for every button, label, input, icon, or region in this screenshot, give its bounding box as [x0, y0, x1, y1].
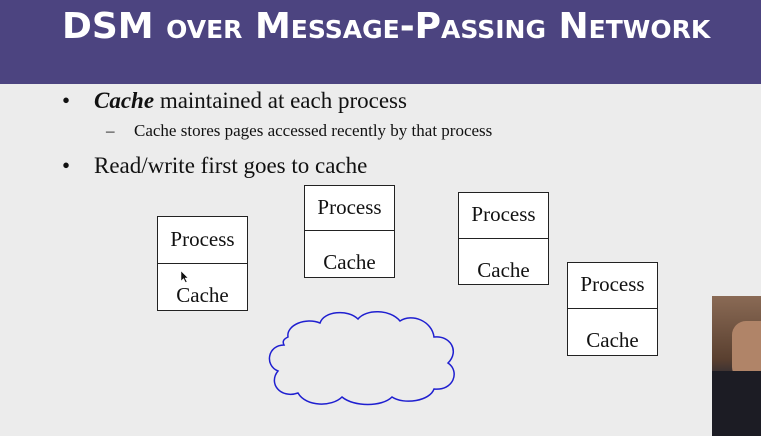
- process-cache-box: Process Cache: [304, 185, 395, 278]
- process-cache-box: Process Cache: [567, 262, 658, 356]
- process-cache-box: Process Cache: [458, 192, 549, 285]
- box-divider: [305, 230, 394, 231]
- bullet-dot: •: [62, 153, 71, 178]
- box-divider: [459, 238, 548, 239]
- cache-label: Cache: [323, 250, 376, 274]
- network-cloud-icon: [268, 311, 455, 406]
- sub-bullet-text: Cache stores pages accessed recently by …: [134, 121, 493, 140]
- title-bar: DSM over Message-Passing Network: [0, 0, 761, 84]
- cache-label: Cache: [477, 258, 530, 282]
- presenter-shirt: [712, 371, 761, 436]
- process-label: Process: [580, 272, 645, 296]
- process-cache-box: Process Cache: [157, 216, 248, 311]
- process-label: Process: [317, 195, 382, 219]
- bullet-dot: •: [62, 88, 71, 113]
- sub-bullet: – Cache stores pages accessed recently b…: [106, 121, 493, 141]
- bullet-cache: • Cache maintained at each process: [62, 88, 407, 114]
- box-divider: [568, 308, 657, 309]
- process-label: Process: [170, 227, 235, 251]
- bullet-emphasis: Cache: [94, 88, 155, 113]
- bullet-text: Read/write first goes to cache: [94, 153, 368, 178]
- dash-symbol: –: [106, 121, 115, 140]
- process-label: Process: [471, 202, 536, 226]
- slide-title: DSM over Message-Passing Network: [62, 6, 711, 47]
- mouse-cursor-icon: [181, 271, 189, 283]
- cache-label: Cache: [176, 283, 229, 307]
- bullet-readwrite: • Read/write first goes to cache: [62, 153, 368, 179]
- presenter-webcam: [712, 296, 761, 436]
- cache-label: Cache: [586, 328, 639, 352]
- bullet-text: maintained at each process: [154, 88, 407, 113]
- box-divider: [158, 263, 247, 264]
